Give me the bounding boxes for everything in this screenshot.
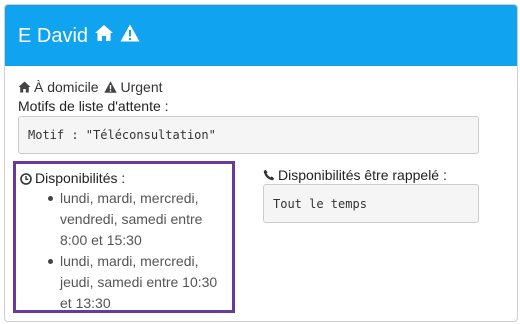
availability-slot: lundi, mardi, mercredi, vendredi, samedi… <box>22 188 222 251</box>
home-icon <box>18 81 31 93</box>
phone-icon <box>263 169 275 181</box>
tag-home-label: À domicile <box>34 79 99 95</box>
warning-icon <box>104 81 118 93</box>
tag-urgent: Urgent <box>104 79 163 95</box>
home-icon <box>94 24 114 47</box>
callback-label-text: Disponibilités être rappelé : <box>278 167 447 183</box>
tag-list: À domicile Urgent <box>18 79 163 95</box>
availability-slot: lundi, mardi, mercredi, jeudi, samedi en… <box>22 251 222 314</box>
tag-home: À domicile <box>18 79 102 95</box>
clock-icon <box>20 173 32 185</box>
availability-label-text: Disponibilités : <box>35 170 126 186</box>
patient-name: E David <box>18 24 89 47</box>
waitlist-label: Motifs de liste d'attente : <box>18 98 169 114</box>
availability-section: Disponibilités : lundi, mardi, mercredi,… <box>13 161 235 313</box>
availability-list: lundi, mardi, mercredi, vendredi, samedi… <box>22 188 222 314</box>
warning-icon <box>120 24 140 47</box>
patient-card: E David À domicile Urgent Motifs de list… <box>4 4 518 322</box>
waitlist-reason: Motif : "Téléconsultation" <box>18 116 479 154</box>
tag-urgent-label: Urgent <box>120 79 163 95</box>
callback-value: Tout le temps <box>263 184 479 223</box>
callback-label: Disponibilités être rappelé : <box>263 167 447 183</box>
card-header: E David <box>5 5 517 66</box>
availability-label: Disponibilités : <box>20 170 125 186</box>
